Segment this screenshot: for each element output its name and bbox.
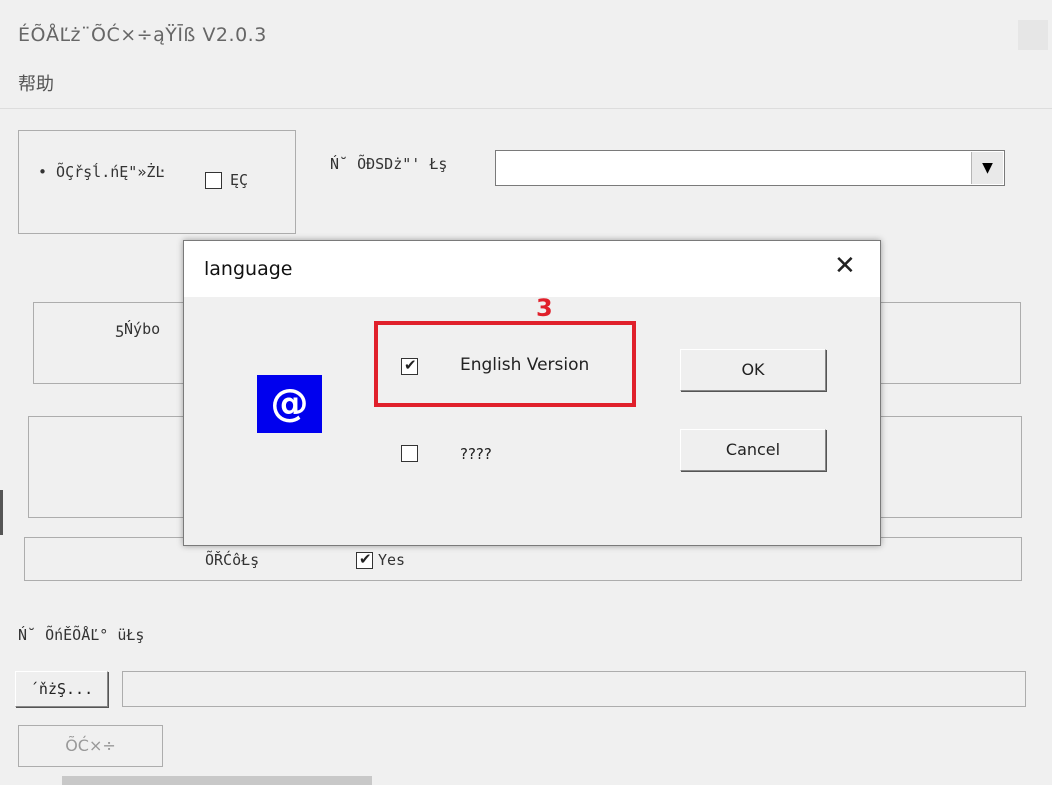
device-select[interactable]: ▼ bbox=[495, 150, 1005, 186]
combo-label: Ń˘ ÕĐSDż"' Łş bbox=[330, 155, 448, 173]
info-panel-a-label: ƽŃýbo bbox=[115, 320, 161, 338]
menu-divider bbox=[0, 108, 1052, 109]
browse-button[interactable]: ´ňżŞ... bbox=[15, 671, 108, 707]
cancel-button[interactable]: Cancel bbox=[680, 429, 826, 471]
window-title: ÉÕÅĽż¨ÕĆ×÷ąŸĪß V2.0.3 bbox=[18, 24, 267, 46]
option-checkbox-label: ĘÇ bbox=[230, 171, 249, 189]
other-language-checkbox[interactable] bbox=[401, 445, 418, 462]
option-group-box bbox=[18, 130, 296, 234]
close-icon[interactable]: ✕ bbox=[834, 251, 856, 281]
status-checkbox-label: Yes bbox=[378, 551, 406, 569]
annotation-number: 3 bbox=[536, 294, 553, 322]
ok-button[interactable]: OK bbox=[680, 349, 826, 391]
english-checkbox[interactable] bbox=[401, 356, 418, 375]
window-close-button[interactable] bbox=[1018, 20, 1048, 50]
english-option-label: English Version bbox=[460, 355, 590, 375]
status-bar bbox=[62, 776, 372, 785]
chevron-down-icon[interactable]: ▼ bbox=[971, 152, 1003, 184]
at-icon: @ bbox=[257, 375, 322, 433]
other-language-label: ???? bbox=[460, 445, 492, 463]
status-label: ÕŘĆôŁş bbox=[205, 551, 260, 569]
status-checkbox[interactable] bbox=[356, 550, 373, 569]
language-dialog: language ✕ @ 3 English Version ???? OK C… bbox=[183, 240, 881, 546]
option-group-label: • ÕÇřşĺ.ńĘ"»ŻĿ bbox=[38, 163, 165, 181]
output-label: Ń˘ ÕńĚÕÅĽ° üŁş bbox=[18, 626, 145, 644]
menu-help[interactable]: 帮助 bbox=[18, 70, 54, 96]
output-path-field[interactable] bbox=[122, 671, 1026, 707]
edge-mark bbox=[0, 490, 3, 535]
dialog-title: language bbox=[204, 258, 293, 280]
start-button[interactable]: ÕĆ×÷ bbox=[18, 725, 163, 767]
option-checkbox[interactable] bbox=[205, 172, 222, 189]
